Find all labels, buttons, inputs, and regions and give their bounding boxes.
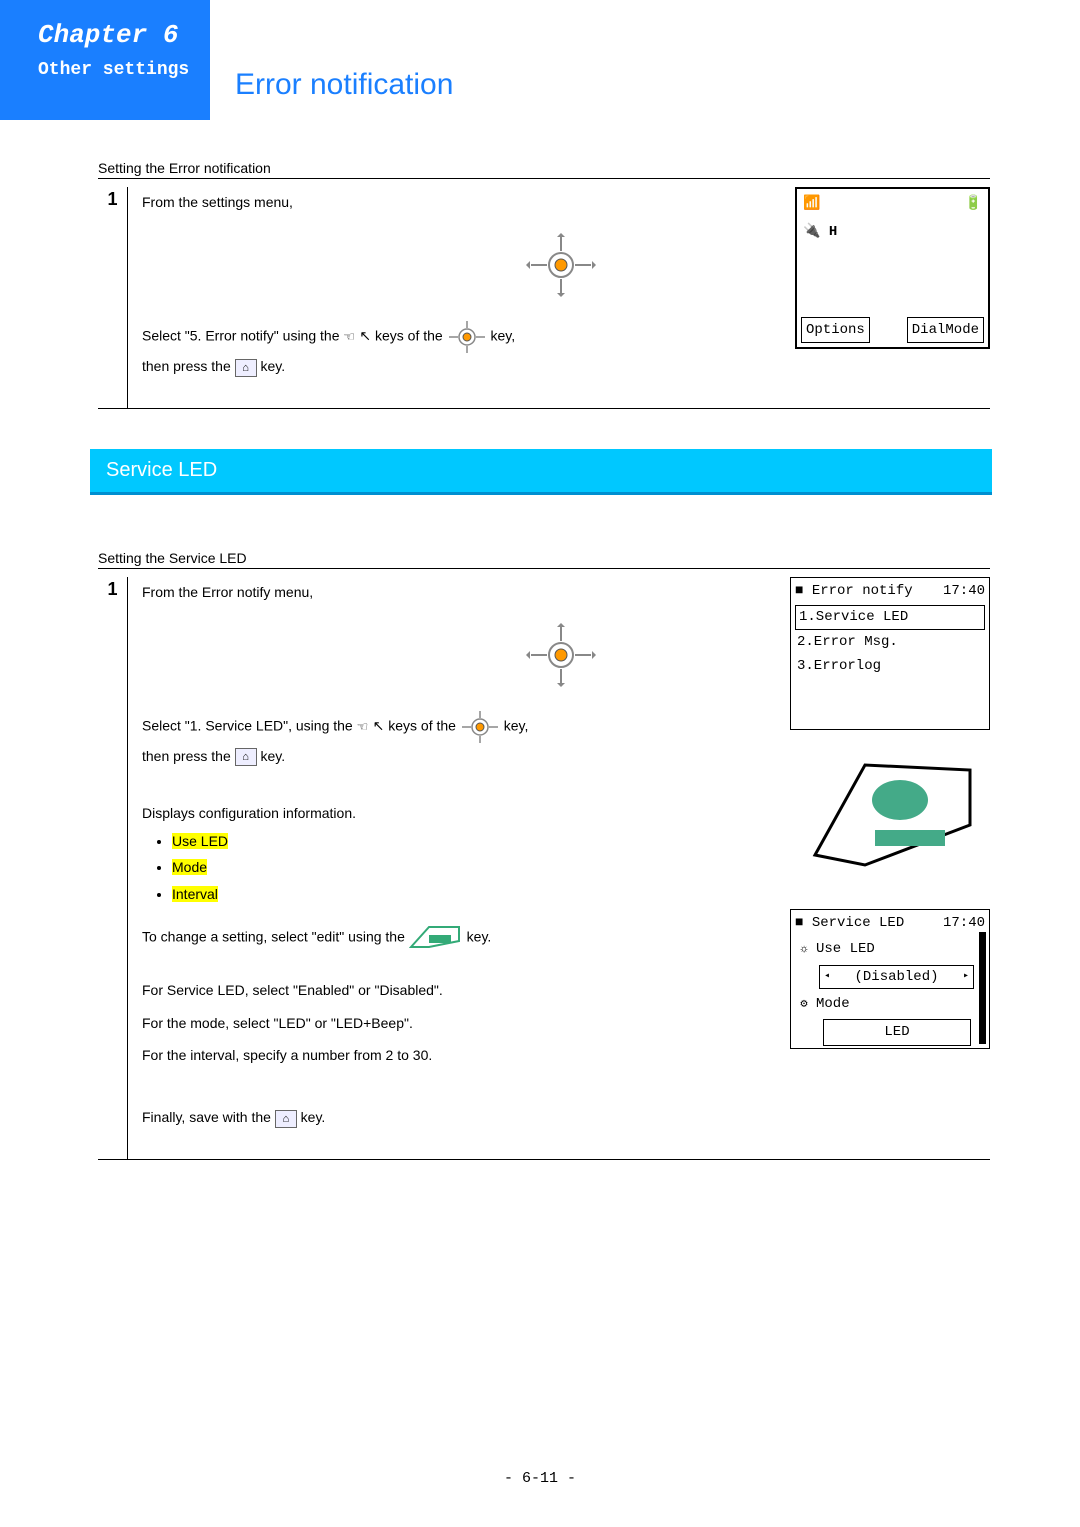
joystick-icon [526, 623, 596, 687]
send-key-icon [409, 923, 463, 953]
enter-key-icon: ⌂ [275, 1110, 297, 1128]
page-header: Chapter 6 Other settings Error notificat… [0, 0, 1080, 120]
menu-item: 3.Errorlog [791, 655, 989, 679]
hand-icon: ☜ [357, 717, 373, 738]
section1-label: Setting the Error notification [98, 160, 990, 179]
value-disabled: ◂(Disabled)▸ [819, 965, 974, 989]
main-title: Error notification [210, 68, 453, 120]
led-icon: ☼ [796, 940, 812, 959]
section1-step: 1 From the settings menu, Select "5. Err… [98, 187, 990, 409]
chapter-title: Chapter 6 [38, 20, 192, 50]
step-body: From the settings menu, Select "5. Error… [128, 187, 990, 408]
hand-icon: ☜ [343, 327, 359, 348]
joystick-small-icon [460, 709, 500, 745]
page-number: - 6-11 - [0, 1470, 1080, 1487]
device-screen-1: 📶 🔋 🔌 H Options DialMode [795, 187, 990, 349]
value-led: LED [823, 1019, 971, 1045]
device-screen-service-led: ■ Service LED17:40 ☼Use LED ◂(Disabled)▸… [790, 909, 990, 1049]
enter-key-icon: ⌂ [235, 359, 257, 377]
cursor-icon: ↖ [373, 718, 385, 734]
text-line: then press the ⌂ key. [142, 355, 980, 377]
scrollbar [979, 932, 986, 1044]
joystick-icon [526, 233, 596, 297]
screen-slot: 🔌 H [797, 219, 988, 245]
dialmode-button: DialMode [907, 317, 984, 343]
gear-icon: ⚙ [796, 995, 812, 1014]
step-number: 1 [98, 577, 128, 1159]
chapter-block: Chapter 6 Other settings [0, 0, 210, 120]
chapter-subtitle: Other settings [38, 60, 192, 80]
cursor-icon: ↖ [359, 328, 371, 344]
section2-label: Setting the Service LED [98, 550, 990, 569]
menu-item: 2.Error Msg. [791, 631, 989, 655]
bullet-interval: Interval [172, 883, 980, 905]
device-screen-error-notify: ■ Error notify17:40 1.Service LED 2.Erro… [790, 577, 990, 731]
section2-step: 1 From the Error notify menu, Select [98, 577, 990, 1160]
menu-item-selected: 1.Service LED [795, 605, 985, 629]
send-key-illustration [805, 735, 975, 885]
joystick-small-icon [447, 319, 487, 355]
options-button: Options [801, 317, 870, 343]
battery-icon: 🔋 [965, 193, 982, 215]
signal-icon: 📶 [803, 193, 820, 215]
step-number: 1 [98, 187, 128, 408]
text-line: Finally, save with the ⌂ key. [142, 1106, 980, 1128]
service-led-heading: Service LED [90, 449, 992, 495]
step-body: From the Error notify menu, Select "1. S… [128, 577, 990, 1159]
enter-key-icon: ⌂ [235, 748, 257, 766]
